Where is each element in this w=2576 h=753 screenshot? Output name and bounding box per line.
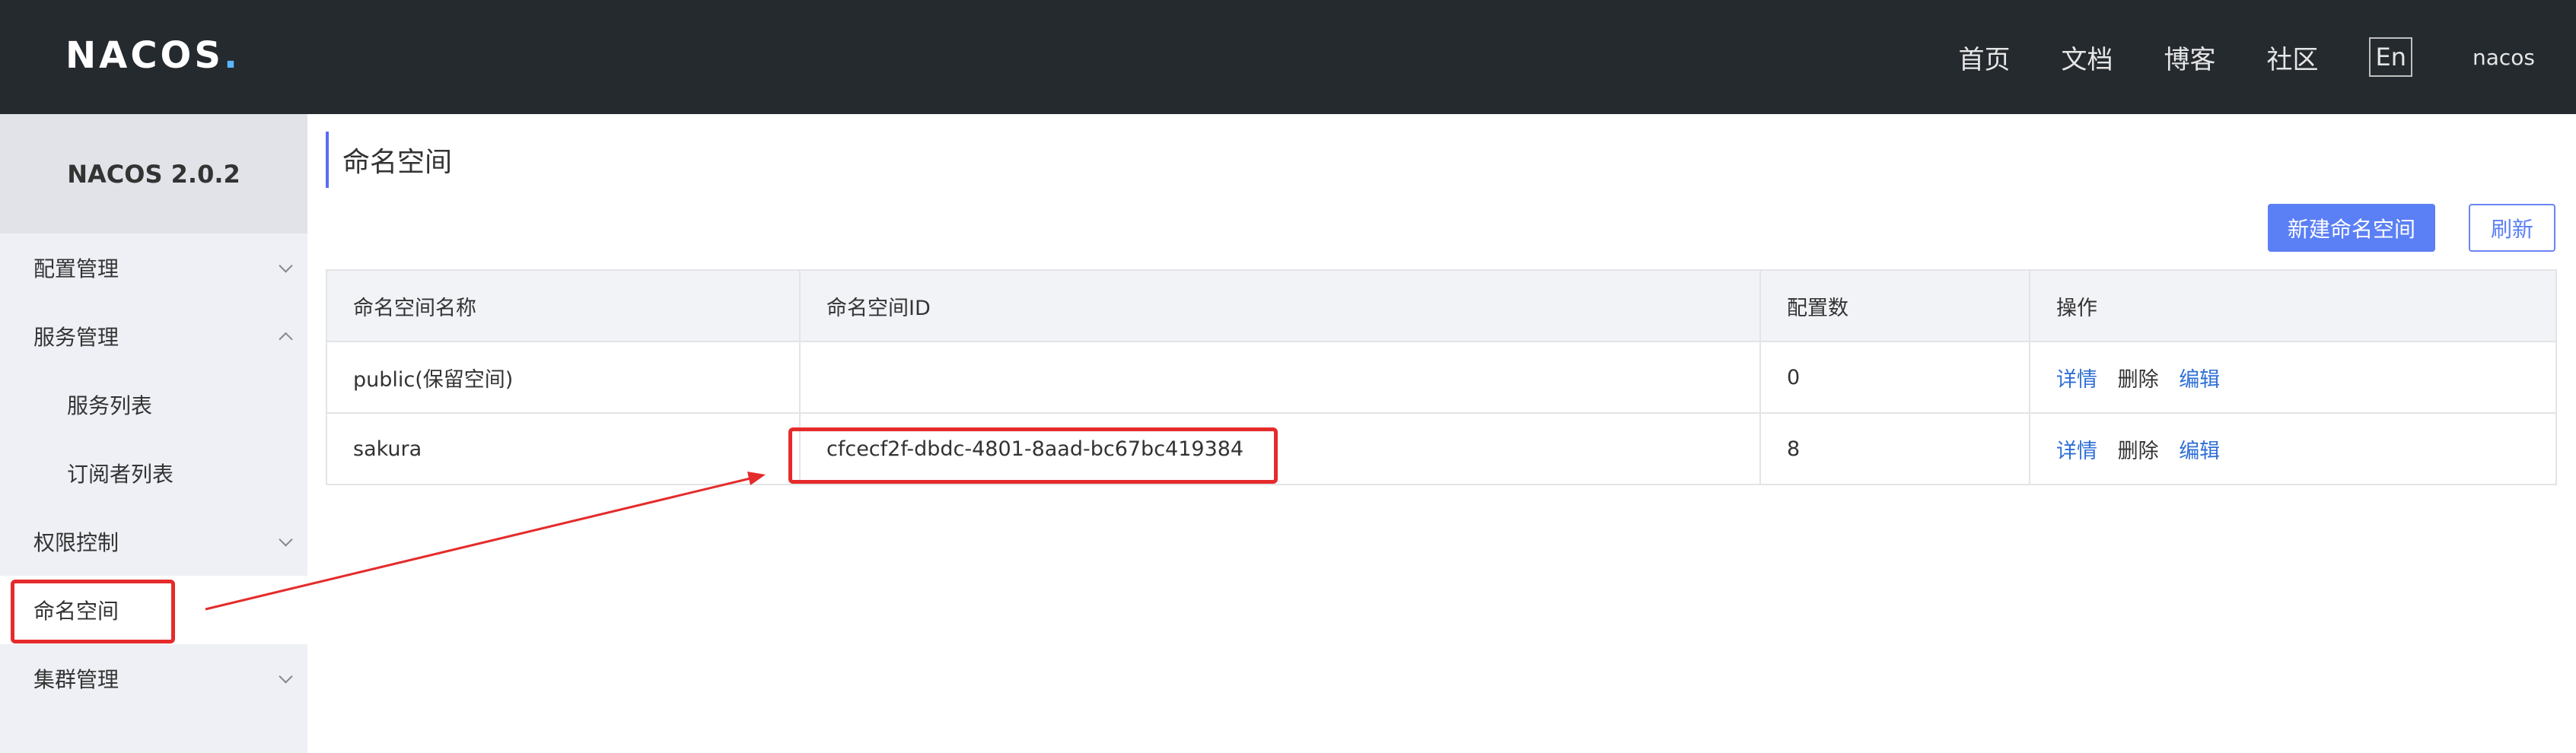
arrow-head: [747, 472, 766, 485]
annotation-arrow: [205, 472, 766, 611]
arrow-line: [205, 476, 754, 611]
